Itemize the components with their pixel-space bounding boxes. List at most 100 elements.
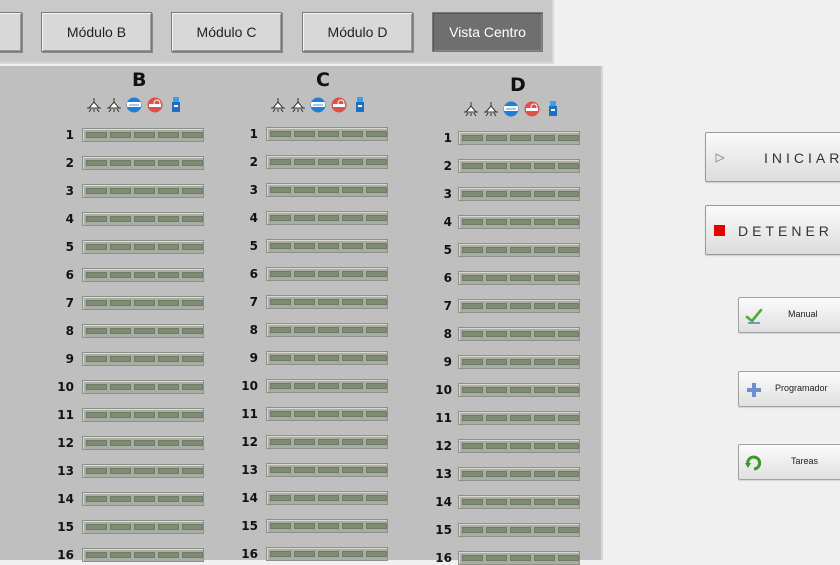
status-led [366,383,387,389]
manual-button[interactable]: Manual [738,297,840,333]
row-number: 9 [249,351,258,365]
status-led [182,496,203,502]
status-led [462,303,483,309]
status-led [510,247,531,253]
row-number: 12 [241,435,258,449]
status-led [294,355,315,361]
status-led [462,359,483,365]
status-led [486,331,507,337]
status-led [366,551,387,557]
status-led [134,496,155,502]
status-led-bar [266,463,388,477]
status-led [110,552,131,558]
status-led [558,527,579,533]
row-number: 6 [65,268,74,282]
no-smoking-sensor-icon [146,97,163,113]
status-led [318,411,339,417]
row-number: 4 [249,211,258,225]
status-led [558,499,579,505]
row-number: 2 [65,156,74,170]
status-led-bar [458,243,580,257]
status-led-bar [266,407,388,421]
status-led [462,135,483,141]
tab-module-c[interactable]: Módulo C [171,12,282,52]
status-led [534,247,555,253]
status-led [534,303,555,309]
status-led [318,159,339,165]
status-led [558,331,579,337]
row-number: 9 [65,352,74,366]
status-led-bar [266,211,388,225]
status-led [534,331,555,337]
tab-vista-centro[interactable]: Vista Centro [432,12,543,52]
row-number: 11 [435,411,452,425]
status-led [318,215,339,221]
row-number: 6 [443,271,452,285]
status-led [182,272,203,278]
status-led [486,527,507,533]
stop-button[interactable]: DETENER [705,205,840,255]
row-number: 2 [249,155,258,169]
tab-module-d[interactable]: Módulo D [302,12,413,52]
status-led [510,555,531,561]
status-led [366,215,387,221]
status-led [462,499,483,505]
status-led-bar [82,492,204,506]
status-led [558,359,579,365]
status-led [486,359,507,365]
row-number: 11 [241,407,258,421]
stop-label: DETENER [738,223,833,239]
status-led [342,215,363,221]
status-led [134,272,155,278]
status-led [270,439,291,445]
status-led [486,415,507,421]
status-led [558,275,579,281]
status-led [86,384,107,390]
status-led-bar [266,155,388,169]
status-led [158,468,179,474]
status-led [462,163,483,169]
status-led [534,471,555,477]
row-number: 8 [249,323,258,337]
status-led [294,523,315,529]
status-led [294,383,315,389]
status-led [182,328,203,334]
status-led [534,415,555,421]
status-led [342,551,363,557]
status-led [270,243,291,249]
status-led [462,471,483,477]
status-led-bar [266,547,388,561]
row-number: 9 [443,355,452,369]
status-led [534,275,555,281]
lamp-icon [463,101,479,117]
start-button[interactable]: INICIAR [705,132,840,182]
lamp-icon [270,97,286,113]
tab-module-a-partial[interactable] [0,12,22,52]
tab-module-b[interactable]: Módulo B [41,12,152,52]
no-smoking-sensor-icon [330,97,347,113]
row-number: 3 [65,184,74,198]
status-led [134,328,155,334]
status-led [86,524,107,530]
row-number: 14 [57,492,74,506]
status-led [270,327,291,333]
status-led [294,439,315,445]
row-number: 10 [435,383,452,397]
scheduler-button[interactable]: Programador [738,371,840,407]
status-led [158,272,179,278]
status-led [182,216,203,222]
row-number: 10 [241,379,258,393]
status-led [86,468,107,474]
tasks-button[interactable]: Tareas [738,444,840,480]
status-led [510,163,531,169]
row-number: 3 [249,183,258,197]
status-led-bar [82,296,204,310]
status-led [110,356,131,362]
status-led [534,527,555,533]
status-led [510,275,531,281]
status-led [158,160,179,166]
status-led-bar [458,551,580,565]
status-led [558,443,579,449]
row-number: 15 [57,520,74,534]
status-led [510,471,531,477]
